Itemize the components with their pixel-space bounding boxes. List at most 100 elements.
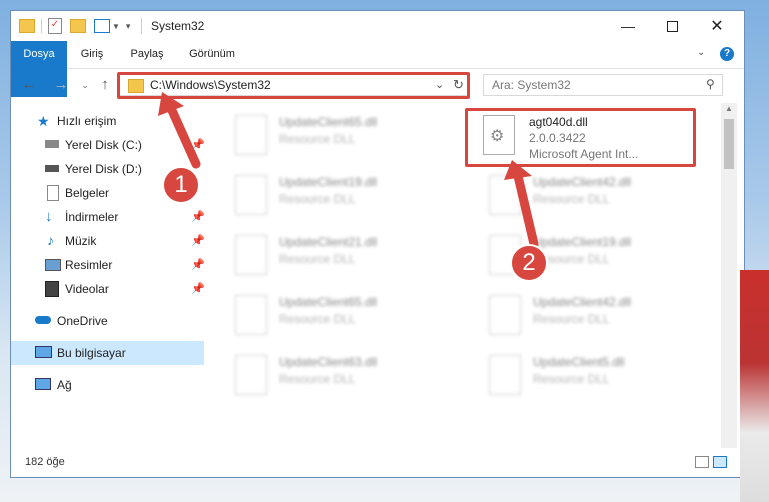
file-name: UpdateClient5.dll — [533, 355, 625, 369]
expand-ribbon-icon[interactable]: ⌄ — [697, 47, 705, 58]
forward-button[interactable]: → — [51, 76, 71, 94]
up-arrow-icon: ↑ — [101, 76, 109, 93]
tab-view[interactable]: Görünüm — [177, 41, 247, 68]
forward-arrow-icon: → — [53, 76, 69, 93]
search-box[interactable]: Ara: System32 ⚲ — [483, 74, 723, 96]
close-icon: ✕ — [710, 18, 724, 35]
sidebar-item-label: OneDrive — [57, 314, 108, 328]
back-arrow-icon: ← — [21, 76, 37, 93]
sidebar-item-music[interactable]: ♪ Müzik 📌 — [11, 229, 205, 253]
window-title: System32 — [151, 19, 205, 33]
sidebar-item-label: İndirmeler — [65, 210, 119, 224]
pin-icon[interactable]: 📌 — [191, 210, 205, 223]
sidebar-item-videos[interactable]: Videolar 📌 — [11, 277, 205, 301]
pin-icon[interactable]: 📌 — [191, 258, 205, 271]
cloud-icon — [35, 316, 51, 324]
background-scenery — [740, 270, 769, 502]
scrollbar-thumb[interactable] — [724, 119, 734, 169]
download-arrow-icon: ↓ — [45, 208, 53, 225]
file-item[interactable]: UpdateClient65.dll Resource DLL — [211, 109, 441, 165]
folder-icon[interactable] — [19, 19, 35, 33]
maximize-icon — [666, 20, 678, 32]
sidebar-item-label: Belgeler — [65, 186, 110, 200]
tab-home[interactable]: Giriş — [67, 41, 117, 68]
sidebar-item-downloads[interactable]: ↓ İndirmeler 📌 — [11, 205, 205, 229]
sidebar-item-label: Hızlı erişim — [57, 114, 117, 128]
close-button[interactable]: ✕ — [694, 11, 740, 41]
file-description: Resource DLL — [279, 252, 356, 266]
file-name: UpdateClient63.dll — [279, 355, 378, 369]
file-name: UpdateClient19.dll — [279, 175, 378, 189]
dll-file-icon — [235, 235, 267, 275]
item-count: 182 öğe — [25, 456, 65, 468]
properties-icon[interactable]: ✓ — [48, 18, 62, 34]
maximize-button[interactable] — [649, 11, 695, 41]
sidebar-item-label: Yerel Disk (D:) — [65, 162, 142, 176]
ribbon: Dosya Giriş Paylaş Görünüm ⌄ ? — [11, 41, 744, 97]
sidebar-item-onedrive[interactable]: OneDrive — [11, 309, 204, 333]
dll-file-icon — [235, 175, 267, 215]
step2-badge: 2 — [510, 244, 548, 282]
file-description: Resource DLL — [279, 312, 356, 326]
sidebar-item-label: Resimler — [65, 258, 113, 272]
step1-badge: 1 — [162, 166, 200, 204]
file-list: UpdateClient65.dll Resource DLL ⚙ agt040… — [211, 103, 721, 448]
sidebar-item-label: Videolar — [65, 282, 109, 296]
star-icon: ★ — [37, 113, 50, 129]
dll-file-icon — [489, 355, 521, 395]
up-button[interactable]: ↑ — [95, 76, 115, 94]
music-note-icon: ♪ — [47, 232, 54, 248]
file-description: Resource DLL — [279, 132, 356, 146]
search-icon: ⚲ — [706, 77, 715, 91]
search-input[interactable]: Ara: System32 — [492, 78, 571, 92]
computer-icon — [35, 346, 52, 358]
minimize-icon: — — [621, 18, 635, 34]
step1-arrow — [158, 92, 201, 169]
file-name: UpdateClient42.dll — [533, 295, 632, 309]
pin-icon[interactable]: 📌 — [191, 234, 205, 247]
network-icon — [35, 378, 51, 390]
chevron-down-icon: ⌄ — [81, 80, 89, 90]
file-name: UpdateClient21.dll — [279, 235, 378, 249]
chevron-down-icon[interactable]: ▼ — [112, 22, 120, 31]
quick-access-toolbar: ✓ ▼ ▾ — [19, 18, 130, 34]
vertical-scrollbar[interactable]: ▲ — [721, 103, 737, 448]
file-name: UpdateClient65.dll — [279, 295, 378, 309]
large-icons-view-icon[interactable] — [713, 456, 727, 468]
scroll-up-icon[interactable]: ▲ — [725, 104, 733, 113]
sidebar-item-this-pc[interactable]: Bu bilgisayar — [11, 341, 204, 365]
step2-arrow — [504, 160, 539, 249]
file-item[interactable]: UpdateClient63.dll Resource DLL — [211, 349, 441, 405]
file-item[interactable]: UpdateClient5.dll Resource DLL — [465, 349, 695, 405]
customize-qa-icon[interactable]: ▾ — [126, 21, 131, 32]
details-view-icon[interactable] — [695, 456, 709, 468]
minimize-button[interactable]: — — [605, 11, 651, 41]
film-icon — [45, 281, 59, 297]
file-item[interactable]: UpdateClient19.dll Resource DLL — [211, 169, 441, 225]
sidebar-item-pictures[interactable]: Resimler 📌 — [11, 253, 205, 277]
view-icon[interactable] — [94, 19, 110, 33]
help-icon[interactable]: ? — [720, 47, 734, 61]
drive-icon — [45, 140, 59, 148]
sidebar-item-label: Yerel Disk (C:) — [65, 138, 142, 152]
sidebar-item-label: Ağ — [57, 378, 72, 392]
navigation-bar: ← → ⌄ ↑ C:\Windows\System32 ⌄ ↻ Ara: Sys… — [11, 68, 744, 102]
pin-icon[interactable]: 📌 — [191, 282, 205, 295]
file-description: Resource DLL — [279, 192, 356, 206]
file-item[interactable]: UpdateClient42.dll Resource DLL — [465, 289, 695, 345]
sidebar-item-network[interactable]: Ağ — [11, 373, 204, 397]
file-description: Resource DLL — [279, 372, 356, 386]
tab-share[interactable]: Paylaş — [117, 41, 177, 68]
sidebar-item-label: Bu bilgisayar — [57, 346, 126, 360]
back-button[interactable]: ← — [19, 76, 39, 94]
picture-icon — [45, 259, 61, 271]
new-folder-icon[interactable] — [70, 19, 86, 33]
document-icon — [47, 185, 59, 201]
dll-file-icon — [235, 115, 267, 155]
file-item[interactable]: UpdateClient21.dll Resource DLL — [211, 229, 441, 285]
dll-file-icon — [235, 355, 267, 395]
recent-locations-button[interactable]: ⌄ — [75, 76, 95, 94]
dll-file-icon — [235, 295, 267, 335]
file-name: UpdateClient65.dll — [279, 115, 378, 129]
file-item[interactable]: UpdateClient65.dll Resource DLL — [211, 289, 441, 345]
